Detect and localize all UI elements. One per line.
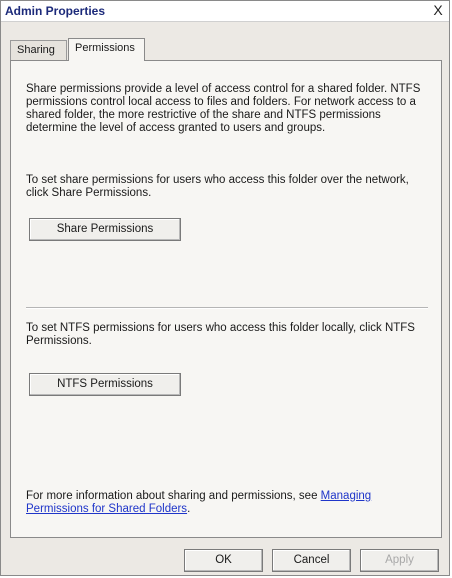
- apply-button[interactable]: Apply: [360, 549, 439, 572]
- window-title: Admin Properties: [5, 4, 106, 18]
- ntfs-permissions-button[interactable]: NTFS Permissions: [29, 373, 181, 396]
- more-info-suffix: .: [187, 503, 191, 515]
- title-bar: Admin Properties X: [1, 1, 449, 22]
- tab-sharing[interactable]: Sharing: [10, 40, 67, 60]
- more-info-prefix: For more information about sharing and p…: [26, 490, 321, 502]
- cancel-button[interactable]: Cancel: [272, 549, 351, 572]
- close-icon[interactable]: X: [430, 2, 446, 18]
- more-info-text: For more information about sharing and p…: [26, 490, 431, 516]
- section-divider: [26, 307, 428, 309]
- tab-permissions[interactable]: Permissions: [68, 38, 145, 61]
- properties-dialog: Admin Properties X Sharing Permissions S…: [0, 0, 450, 576]
- ok-button[interactable]: OK: [184, 549, 263, 572]
- ntfs-instructions: To set NTFS permissions for users who ac…: [26, 322, 415, 347]
- permissions-panel: Share permissions provide a level of acc…: [10, 60, 442, 538]
- share-instructions: To set share permissions for users who a…: [26, 174, 409, 199]
- share-permissions-button[interactable]: Share Permissions: [29, 218, 181, 241]
- intro-text: Share permissions provide a level of acc…: [26, 83, 421, 134]
